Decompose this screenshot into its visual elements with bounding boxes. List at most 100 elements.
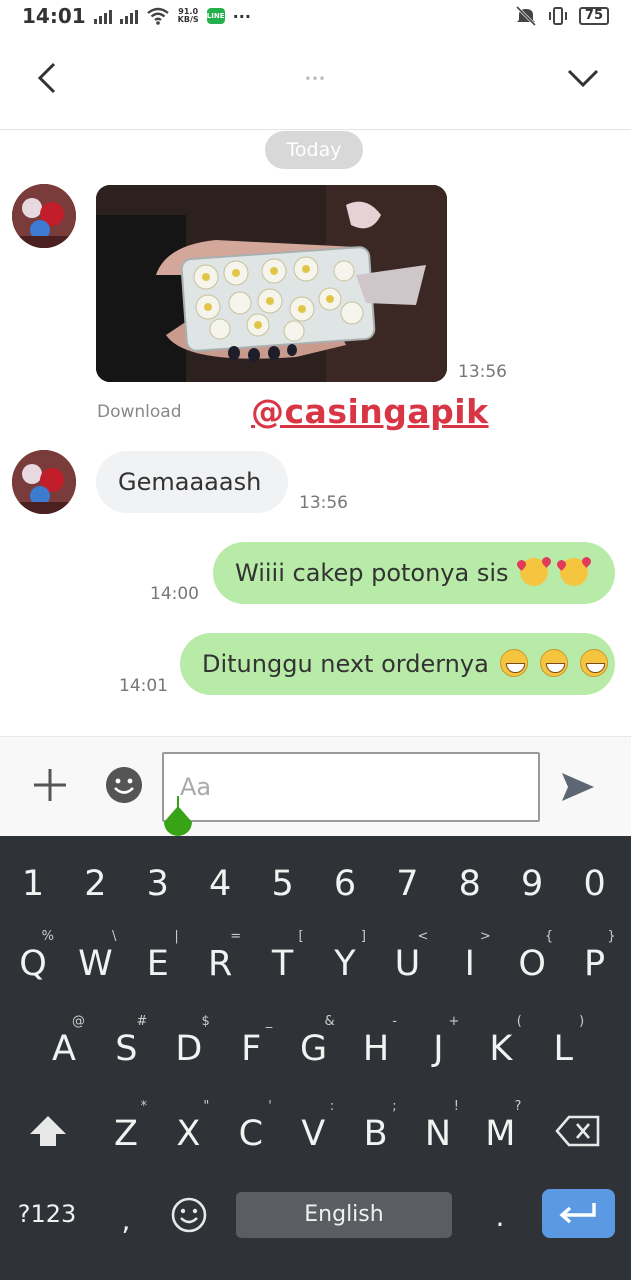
back-arrow-icon[interactable] xyxy=(30,60,66,96)
key-label: 2 xyxy=(84,864,107,904)
key-0[interactable]: 0 xyxy=(564,838,626,924)
avatar[interactable] xyxy=(12,184,76,248)
key-n[interactable]: N! xyxy=(407,1088,469,1174)
key-4[interactable]: 4 xyxy=(189,838,251,924)
plus-icon[interactable] xyxy=(30,765,70,805)
message-time: 14:00 xyxy=(150,584,199,604)
send-icon[interactable] xyxy=(558,767,598,807)
key-i[interactable]: I > xyxy=(439,918,501,1004)
key-e[interactable]: E | xyxy=(127,918,189,1004)
key-label: 9 xyxy=(521,864,544,904)
key-alt-symbol: ? xyxy=(514,1099,522,1114)
status-time: 14:01 xyxy=(22,4,86,28)
key-label: E xyxy=(146,944,169,984)
key-alt-symbol: ] xyxy=(360,929,366,944)
key-8[interactable]: 8 xyxy=(439,838,501,924)
signal-2-icon xyxy=(119,8,138,24)
key-p[interactable]: P} xyxy=(564,918,626,1004)
key-alt-symbol: ) xyxy=(579,1014,585,1029)
key-alt-symbol: | xyxy=(174,929,179,944)
key-alt-symbol: ! xyxy=(453,1099,459,1114)
message-text: Gemaaaash xyxy=(118,468,262,496)
key-f[interactable]: F _ xyxy=(220,1003,282,1089)
key-label: L xyxy=(553,1029,573,1069)
status-right: 75 xyxy=(515,6,609,26)
key-label: 1 xyxy=(21,864,45,904)
key-label: T xyxy=(271,944,294,984)
key-alt-symbol: - xyxy=(392,1014,397,1029)
watermark-text: @casingapik xyxy=(251,392,489,431)
key-h[interactable]: H- xyxy=(345,1003,407,1089)
status-left: 14:01 91.0 KB/S LINE ··· xyxy=(22,4,251,28)
key-d[interactable]: D $ xyxy=(158,1003,220,1089)
key-label: K xyxy=(489,1029,513,1069)
chat-screen: 14:01 91.0 KB/S LINE ··· 75 ••• Today 13… xyxy=(0,0,631,1280)
key-1[interactable]: 1 xyxy=(2,838,64,924)
key-o[interactable]: O{ xyxy=(501,918,563,1004)
enter-icon xyxy=(559,1203,596,1224)
message-bubble-incoming[interactable]: Gemaaaash xyxy=(96,451,288,513)
chevron-down-icon[interactable] xyxy=(565,60,601,96)
avatar[interactable] xyxy=(12,450,76,514)
key-a[interactable]: A @ xyxy=(33,1003,95,1089)
message-bubble-outgoing[interactable]: Wiiii cakep potonya sis xyxy=(213,542,615,604)
key-g[interactable]: G & xyxy=(283,1003,345,1089)
key-v[interactable]: V: xyxy=(282,1088,344,1174)
key-y[interactable]: Y] xyxy=(314,918,376,1004)
mute-icon xyxy=(515,6,536,26)
key-alt-symbol: { xyxy=(544,929,554,944)
key-s[interactable]: S # xyxy=(95,1003,157,1089)
key-q[interactable]: Q% xyxy=(2,918,64,1004)
symbols-key[interactable]: ?123 xyxy=(12,1200,82,1228)
key-6[interactable]: 6 xyxy=(314,838,376,924)
key-label: 4 xyxy=(209,864,232,904)
emoji-icon[interactable] xyxy=(106,767,142,803)
key-label: B xyxy=(363,1114,388,1154)
emoji-key-icon[interactable] xyxy=(170,1196,208,1234)
message-input[interactable] xyxy=(162,752,540,822)
key-7[interactable]: 7 xyxy=(376,838,438,924)
key-label: 5 xyxy=(271,864,294,904)
key-label: W xyxy=(78,944,113,984)
message-bubble-outgoing[interactable]: Ditunggu next ordernya xyxy=(180,633,615,695)
key-t[interactable]: T[ xyxy=(252,918,314,1004)
key-l[interactable]: L) xyxy=(532,1003,594,1089)
shared-photo[interactable] xyxy=(96,185,447,382)
key-label: A xyxy=(52,1029,76,1069)
signal-1-icon xyxy=(93,8,112,24)
backspace-icon[interactable] xyxy=(555,1114,601,1148)
key-5[interactable]: 5 xyxy=(252,838,314,924)
key-alt-symbol: " xyxy=(203,1099,210,1114)
key-2[interactable]: 2 xyxy=(64,838,126,924)
key-x[interactable]: X " xyxy=(157,1088,219,1174)
text-cursor-handle[interactable] xyxy=(161,796,195,842)
key-alt-symbol: ; xyxy=(392,1099,397,1114)
period-key[interactable]: . xyxy=(480,1200,520,1233)
key-label: C xyxy=(238,1114,264,1154)
key-alt-symbol: ' xyxy=(268,1099,272,1114)
comma-key[interactable]: , xyxy=(106,1204,146,1237)
key-w[interactable]: W \ xyxy=(64,918,126,1004)
key-label: 8 xyxy=(458,864,481,904)
key-u[interactable]: U < xyxy=(376,918,438,1004)
key-alt-symbol: * xyxy=(140,1099,148,1114)
grinning-face-icon xyxy=(540,649,569,677)
shift-icon[interactable] xyxy=(28,1114,68,1148)
space-key[interactable]: English xyxy=(236,1192,452,1238)
key-label: N xyxy=(424,1114,452,1154)
key-3[interactable]: 3 xyxy=(127,838,189,924)
download-link[interactable]: Download xyxy=(97,402,182,422)
key-k[interactable]: K( xyxy=(470,1003,532,1089)
key-b[interactable]: B; xyxy=(345,1088,407,1174)
key-m[interactable]: M? xyxy=(469,1088,531,1174)
enter-key[interactable] xyxy=(542,1189,615,1238)
key-c[interactable]: C ' xyxy=(220,1088,282,1174)
key-z[interactable]: Z * xyxy=(95,1088,157,1174)
key-r[interactable]: R = xyxy=(189,918,251,1004)
key-alt-symbol: \ xyxy=(112,929,117,944)
key-label: Q xyxy=(19,944,47,984)
key-j[interactable]: J + xyxy=(407,1003,469,1089)
key-9[interactable]: 9 xyxy=(501,838,563,924)
message-text: Wiiii cakep potonya sis xyxy=(235,559,509,587)
key-alt-symbol: < xyxy=(417,929,429,944)
